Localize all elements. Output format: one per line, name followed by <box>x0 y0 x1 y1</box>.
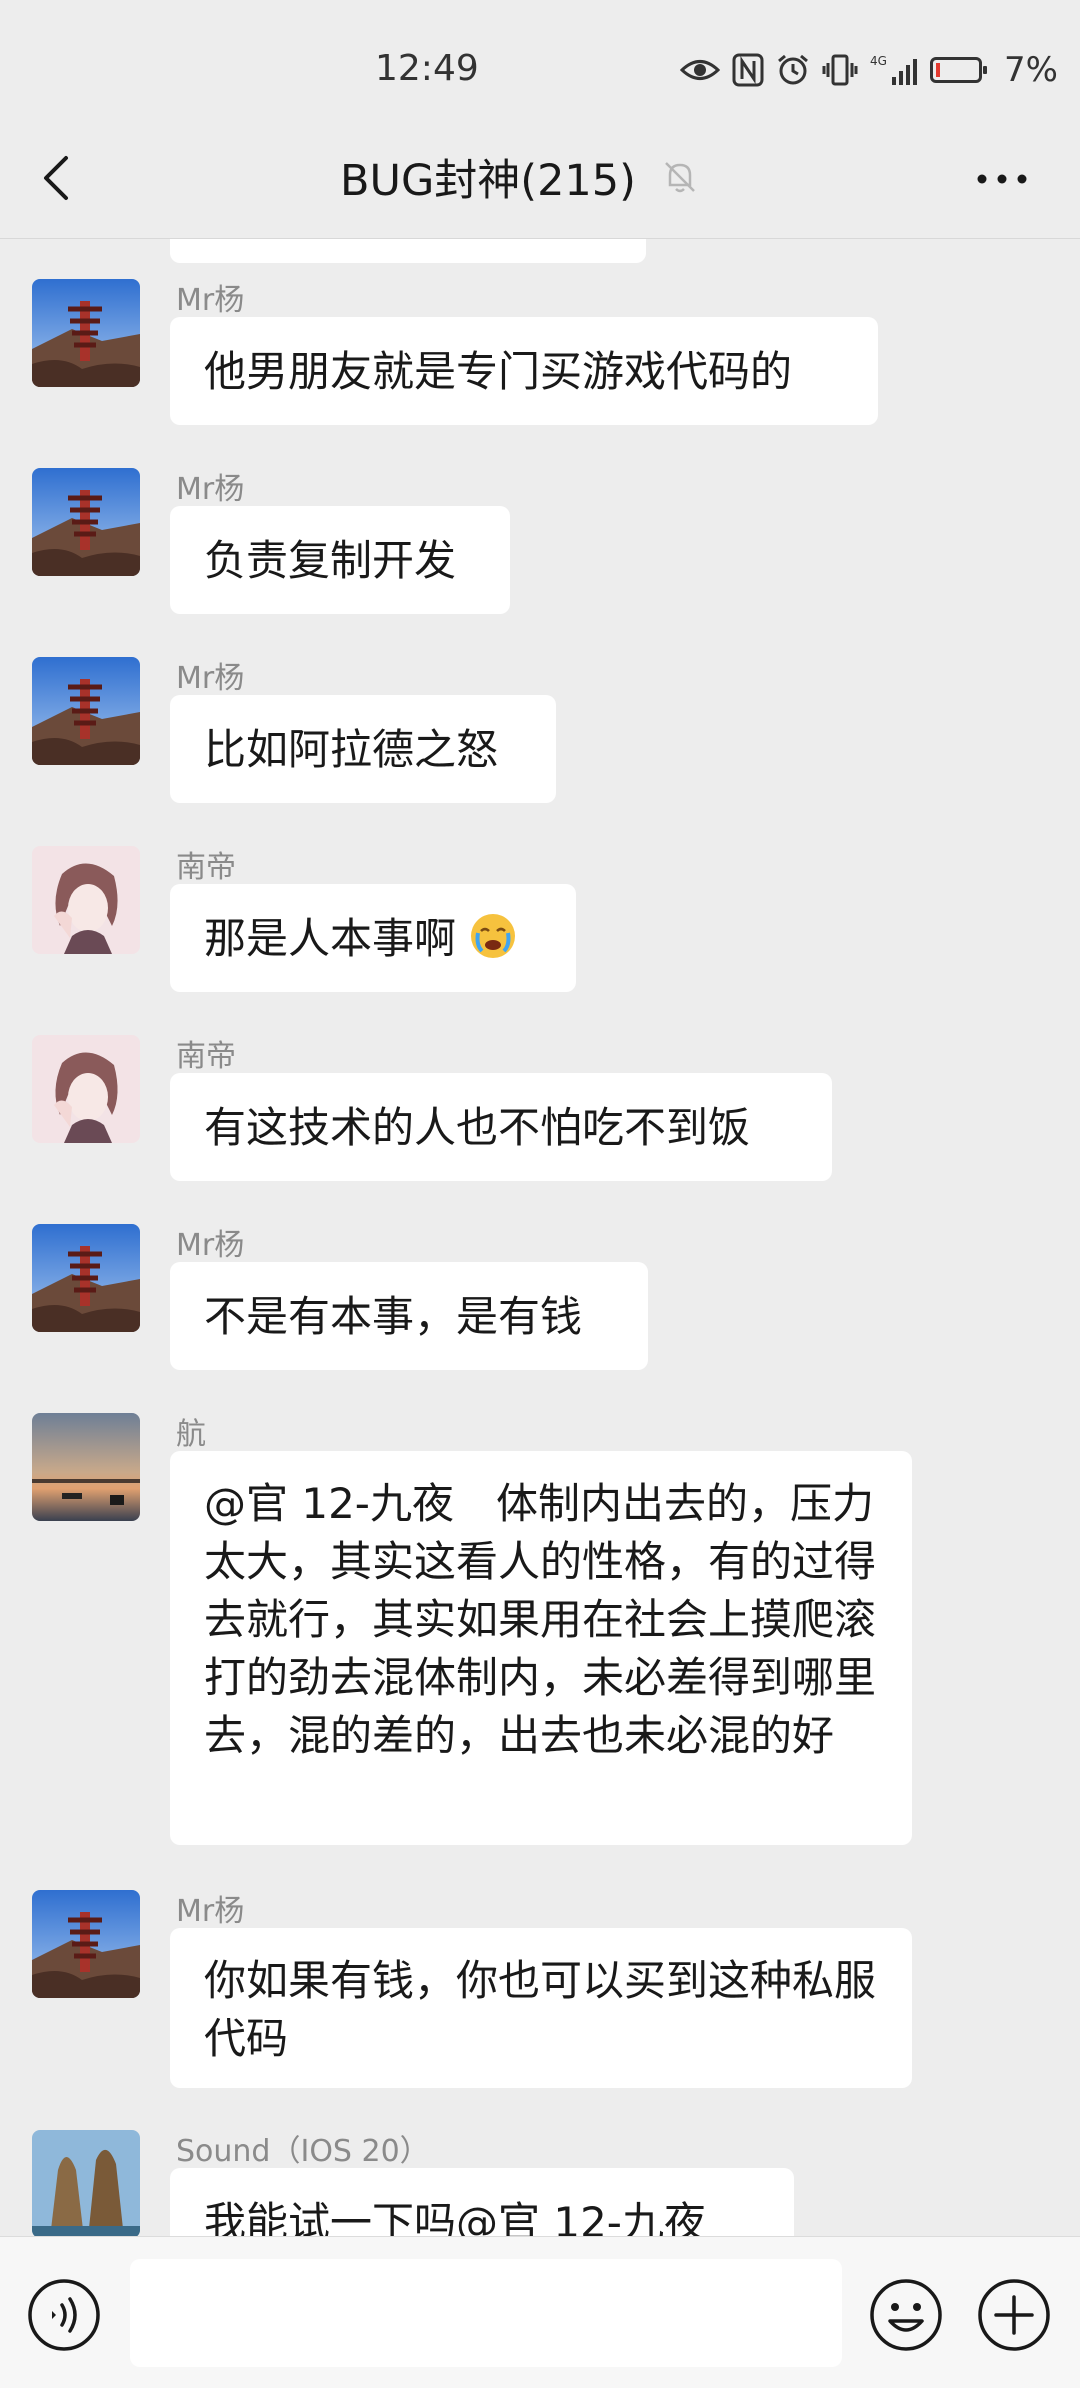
more-icon[interactable] <box>966 154 1046 204</box>
message-text: 比如阿拉德之怒 <box>204 725 499 774</box>
status-icons: 4G 7% <box>680 48 1058 92</box>
pagoda-avatar-icon <box>32 468 140 576</box>
status-bar: 12:49 4G 7% <box>0 0 1080 140</box>
sender-name: 南帝 <box>176 1039 236 1074</box>
vibrate-icon <box>822 54 858 86</box>
emoji-icon[interactable] <box>868 2277 944 2353</box>
pagoda-avatar-icon <box>32 1224 140 1332</box>
avatar[interactable] <box>32 1890 140 1998</box>
message-bubble[interactable]: 不是有本事，是有钱 <box>170 1262 648 1370</box>
pagoda-avatar-icon <box>32 1890 140 1998</box>
anime-avatar-icon <box>32 846 140 954</box>
network-type: 4G <box>870 54 887 68</box>
input-bar <box>0 2236 1080 2388</box>
message-bubble[interactable]: 那是人本事啊 <box>170 884 576 992</box>
nfc-icon <box>732 53 764 87</box>
pagoda-avatar-icon <box>32 279 140 387</box>
crying-face-emoji-icon <box>471 914 516 958</box>
plus-icon[interactable] <box>976 2277 1052 2353</box>
sender-name: Mr杨 <box>176 661 245 696</box>
message-text: @官 12-九夜 体制内出去的，压力太大，其实这看人的性格，有的过得去就行，其实… <box>204 1479 877 1760</box>
message-text: 负责复制开发 <box>204 536 457 585</box>
voice-icon[interactable] <box>26 2277 102 2353</box>
sunset-avatar-icon <box>32 1413 140 1521</box>
avatar[interactable] <box>32 846 140 954</box>
message-bubble[interactable]: 我能试一下吗@官 12-九夜 <box>170 2168 794 2239</box>
battery-percent: 7% <box>1004 50 1058 90</box>
avatar[interactable] <box>32 279 140 387</box>
message-bubble[interactable]: 有这技术的人也不怕吃不到饭 <box>170 1073 832 1181</box>
status-time: 12:49 <box>375 48 479 89</box>
nav-bar: BUG封神(215) <box>0 120 1080 239</box>
message-bubble[interactable]: 他男朋友就是专门买游戏代码的 <box>170 317 878 425</box>
sender-name: Sound（IOS 20） <box>176 2134 430 2169</box>
eye-icon <box>680 60 720 80</box>
sender-name: Mr杨 <box>176 1228 245 1263</box>
chat-title: BUG封神(215) <box>340 156 636 206</box>
rock-avatar-icon <box>32 2130 140 2238</box>
sender-name: 航 <box>176 1417 206 1452</box>
message-bubble[interactable]: 你如果有钱，你也可以买到这种私服代码 <box>170 1928 912 2088</box>
chevron-left-icon[interactable] <box>28 148 88 208</box>
avatar[interactable] <box>32 1413 140 1521</box>
message-input[interactable] <box>130 2259 842 2367</box>
sender-name: Mr杨 <box>176 472 245 507</box>
message-text: 有这技术的人也不怕吃不到饭 <box>204 1103 751 1152</box>
avatar[interactable] <box>32 1224 140 1332</box>
chat-message-list[interactable]: Mr杨 他男朋友就是专门买游戏代码的 Mr杨 负责复制开发 Mr杨 比如阿拉德之… <box>0 239 1080 2239</box>
message-bubble[interactable]: 负责复制开发 <box>170 506 510 614</box>
pagoda-avatar-icon <box>32 657 140 765</box>
anime-avatar-icon <box>32 1035 140 1143</box>
avatar[interactable] <box>32 1035 140 1143</box>
sender-name: Mr杨 <box>176 1894 245 1929</box>
previous-message-bubble <box>170 239 646 263</box>
alarm-icon <box>778 54 808 85</box>
avatar[interactable] <box>32 657 140 765</box>
signal-icon: 4G <box>870 54 917 85</box>
message-text: 他男朋友就是专门买游戏代码的 <box>204 347 793 396</box>
avatar[interactable] <box>32 2130 140 2238</box>
message-text: 那是人本事啊 <box>204 914 457 963</box>
message-text: 不是有本事，是有钱 <box>204 1292 583 1341</box>
bell-off-icon <box>665 162 695 193</box>
chat-title-group: BUG封神(215) <box>340 146 700 208</box>
avatar[interactable] <box>32 468 140 576</box>
message-bubble[interactable]: 比如阿拉德之怒 <box>170 695 556 803</box>
sender-name: Mr杨 <box>176 283 245 318</box>
message-bubble[interactable]: @官 12-九夜 体制内出去的，压力太大，其实这看人的性格，有的过得去就行，其实… <box>170 1451 912 1845</box>
sender-name: 南帝 <box>176 850 236 885</box>
message-text: 我能试一下吗@官 12-九夜 <box>204 2198 706 2239</box>
battery-icon <box>930 57 987 83</box>
message-text: 你如果有钱，你也可以买到这种私服代码 <box>204 1956 877 2063</box>
